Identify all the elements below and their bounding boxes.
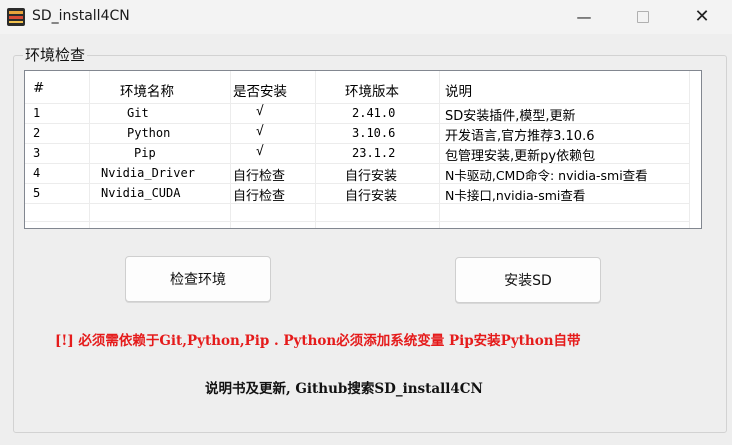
close-icon: ✕ <box>694 6 710 27</box>
maximize-icon <box>637 10 649 23</box>
cell-index: 2 <box>33 126 41 140</box>
cell-name: Git <box>127 106 149 120</box>
cell-index: 3 <box>33 146 41 160</box>
app-icon <box>7 8 25 26</box>
check-icon: √ <box>256 104 264 119</box>
minimize-icon: — <box>576 8 592 26</box>
env-table[interactable]: # 环境名称 是否安装 环境版本 说明 1 Git √ 2.41.0 SD安装插… <box>24 70 702 229</box>
install-sd-button[interactable]: 安装SD <box>455 257 601 303</box>
check-icon: √ <box>256 144 264 159</box>
check-icon: √ <box>256 124 264 139</box>
dependency-warning: [!] 必须需依赖于Git,Python,Pip . Python必须添加系统变… <box>55 333 581 349</box>
column-divider <box>89 71 90 228</box>
help-note: 说明书及更新, Github搜索SD_install4CN <box>205 381 483 397</box>
column-header-name[interactable]: 环境名称 <box>120 80 174 100</box>
check-environment-button[interactable]: 检查环境 <box>125 256 271 302</box>
column-header-description[interactable]: 说明 <box>445 80 472 100</box>
cell-description: N卡驱动,CMD命令: nvidia-smi查看 <box>445 168 648 183</box>
cell-name: Nvidia_CUDA <box>101 186 181 200</box>
row-divider <box>25 123 689 124</box>
cell-installed: 自行检查 <box>233 189 286 204</box>
cell-version: 自行安装 <box>345 189 398 204</box>
window-title: SD_install4CN <box>32 8 130 24</box>
cell-version: 自行安装 <box>345 169 398 184</box>
cell-version: 2.41.0 <box>352 106 396 120</box>
cell-version: 23.1.2 <box>352 146 396 160</box>
column-divider <box>689 71 690 228</box>
minimize-button[interactable]: — <box>561 0 607 34</box>
column-divider <box>315 71 316 228</box>
cell-description: SD安装插件,模型,更新 <box>445 109 576 124</box>
cell-index: 4 <box>33 166 41 180</box>
column-header-index[interactable]: # <box>33 80 44 96</box>
row-divider <box>25 103 689 104</box>
cell-version: 3.10.6 <box>352 126 396 140</box>
column-divider <box>439 71 440 228</box>
close-button[interactable]: ✕ <box>679 0 725 34</box>
maximize-button <box>620 0 666 34</box>
column-header-version[interactable]: 环境版本 <box>345 80 399 100</box>
env-check-group-label: 环境检查 <box>23 44 88 65</box>
cell-index: 1 <box>33 106 41 120</box>
cell-index: 5 <box>33 186 41 200</box>
cell-description: N卡接口,nvidia-smi查看 <box>445 188 586 203</box>
column-divider <box>230 71 231 228</box>
cell-name: Python <box>127 126 171 140</box>
cell-description: 包管理安装,更新py依赖包 <box>445 149 596 164</box>
cell-installed: 自行检查 <box>233 169 286 184</box>
column-header-installed[interactable]: 是否安装 <box>233 80 287 100</box>
cell-name: Nvidia_Driver <box>101 166 195 180</box>
title-bar: SD_install4CN — ✕ <box>0 0 732 34</box>
row-divider <box>25 221 689 222</box>
cell-name: Pip <box>134 146 156 160</box>
cell-description: 开发语言,官方推荐3.10.6 <box>445 129 595 144</box>
